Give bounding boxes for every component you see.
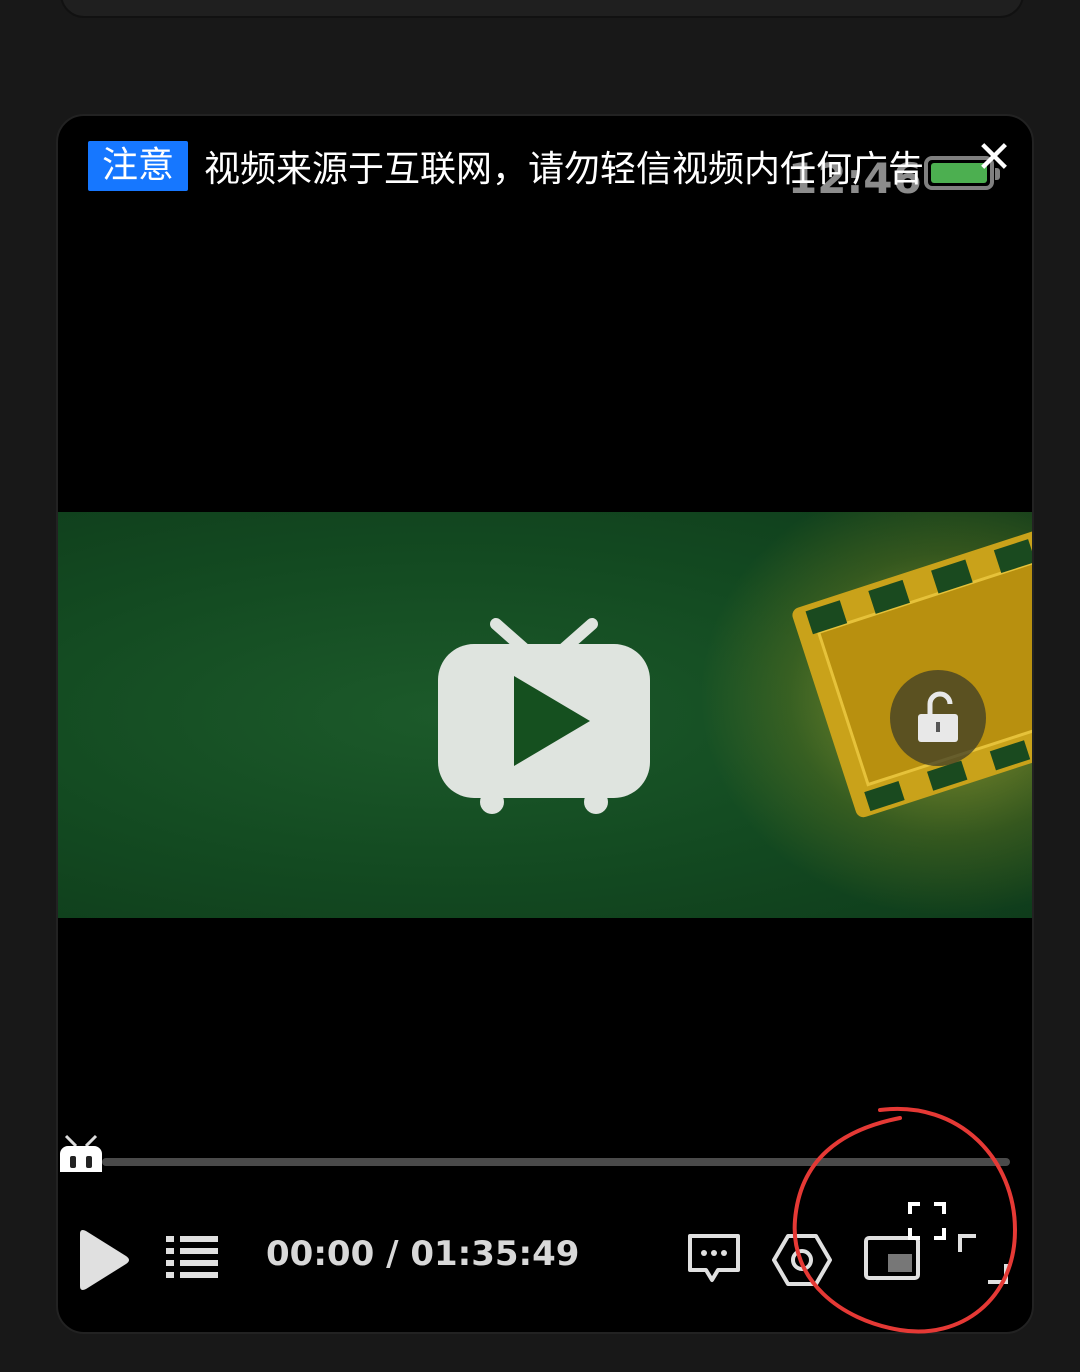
danmaku-icon[interactable] xyxy=(686,1232,742,1284)
video-player[interactable]: 注意 视频来源于互联网，请勿轻信视频内任何广告 12:46 ✕ 00:00 / … xyxy=(56,114,1034,1334)
status-clock: 12:46 xyxy=(788,154,922,203)
video-thumbnail xyxy=(58,512,1032,918)
lock-icon xyxy=(918,691,958,742)
time-display: 00:00 / 01:35:49 xyxy=(266,1234,580,1274)
progress-thumb-icon[interactable] xyxy=(58,1132,102,1172)
play-icon[interactable] xyxy=(74,1228,130,1292)
rotate-fullscreen-icon[interactable] xyxy=(958,1234,1010,1286)
previous-card xyxy=(60,0,1024,18)
notice-badge: 注意 xyxy=(88,141,189,191)
progress-bar[interactable] xyxy=(102,1158,1010,1166)
fullscreen-icon[interactable] xyxy=(908,1202,946,1240)
playlist-icon[interactable] xyxy=(166,1234,220,1280)
tv-play-icon[interactable] xyxy=(434,616,654,816)
control-bar: 00:00 / 01:35:49 xyxy=(58,1202,1032,1306)
close-icon[interactable]: ✕ xyxy=(972,136,1016,180)
lock-button[interactable] xyxy=(890,670,986,766)
picture-in-picture-icon[interactable] xyxy=(864,1236,922,1282)
settings-icon[interactable] xyxy=(772,1232,832,1288)
